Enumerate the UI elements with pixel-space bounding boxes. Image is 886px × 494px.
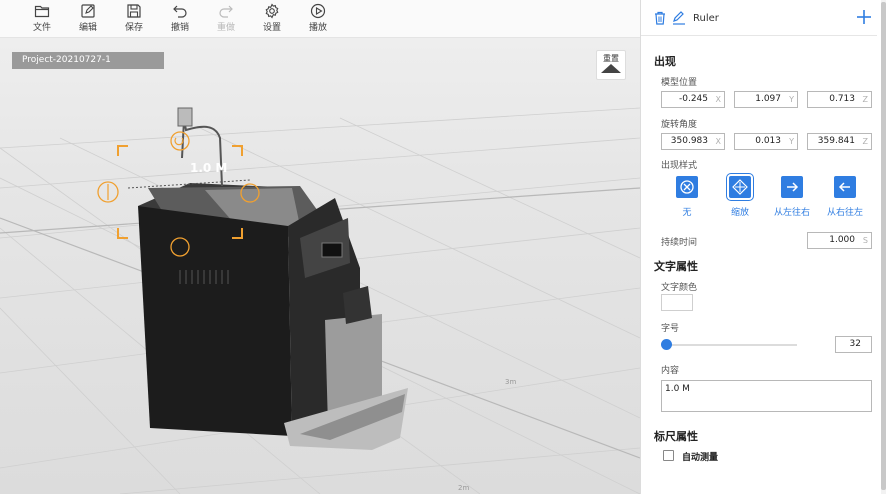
properties-panel: Ruler 出现 模型位置 -0.245 X 1.097 Y 0.713 Z 旋转角度… [640, 0, 886, 494]
duration-unit: S [862, 236, 868, 245]
style-rtl-label: 从右往左 [826, 208, 863, 218]
style-option-none[interactable]: 无 [662, 176, 712, 218]
text-color-label: 文字颜色 [661, 283, 698, 293]
play-icon [310, 3, 326, 19]
style-option-right-to-left[interactable]: 从右往左 [820, 176, 870, 218]
none-icon [680, 180, 694, 194]
position-label: 模型位置 [661, 78, 698, 88]
position-y-value: 1.097 [755, 94, 781, 104]
rename-icon[interactable] [672, 11, 686, 25]
style-scale-label: 缩放 [730, 208, 749, 218]
text-props-section-title: 文字属性 [654, 260, 698, 273]
rotation-x-value: 350.983 [670, 136, 708, 146]
edit-icon [81, 4, 95, 18]
content-label: 内容 [661, 366, 680, 376]
ruler-value-label: 1.0 M [190, 161, 227, 175]
reset-view-button[interactable]: 重置 [596, 50, 626, 80]
add-icon[interactable] [856, 9, 872, 25]
reset-label: 重置 [603, 54, 619, 63]
style-ltr-label: 从左往右 [773, 208, 810, 218]
axis-y-label: Y [789, 137, 794, 146]
undo-label: 撤销 [170, 23, 189, 33]
rotation-x-input[interactable]: 350.983 X [661, 133, 725, 150]
trash-icon[interactable] [654, 11, 666, 25]
appear-style-label: 出现样式 [661, 161, 698, 171]
rotate-handle-icon[interactable] [174, 137, 184, 146]
rotation-z-value: 359.841 [817, 136, 855, 146]
reset-view-icon [601, 64, 621, 73]
file-button[interactable]: 文件 [24, 2, 60, 36]
rotation-label: 旋转角度 [661, 120, 698, 130]
panel-header: Ruler [641, 0, 877, 36]
font-size-value: 32 [849, 339, 861, 349]
arrow-right-icon [787, 182, 799, 192]
panel-title: Ruler [693, 13, 719, 24]
folder-icon [34, 5, 50, 18]
duration-value: 1.000 [829, 235, 855, 245]
content-textarea[interactable]: 1.0 M [661, 380, 872, 412]
position-z-value: 0.713 [829, 94, 855, 104]
play-label: 播放 [308, 23, 327, 33]
edit-label: 编辑 [78, 23, 97, 33]
redo-label: 重做 [216, 23, 235, 33]
axis-z-label: Z [862, 95, 868, 104]
panel-scroll-thumb[interactable] [881, 2, 886, 490]
position-x-value: -0.245 [678, 94, 708, 104]
style-option-scale[interactable]: 缩放 [715, 173, 765, 218]
axis-x-label: X [715, 137, 721, 146]
settings-label: 设置 [262, 23, 281, 33]
rotation-y-value: 0.013 [755, 136, 781, 146]
style-option-left-to-right[interactable]: 从左往右 [767, 176, 817, 218]
save-label: 保存 [124, 23, 143, 33]
redo-icon [219, 5, 233, 18]
save-button[interactable]: 保存 [116, 2, 152, 36]
font-size-input[interactable]: 32 [835, 336, 872, 353]
font-size-slider[interactable] [665, 344, 797, 346]
undo-icon [173, 5, 187, 18]
play-button[interactable]: 播放 [300, 2, 336, 36]
floor-label-3m: 3m [505, 378, 516, 386]
top-toolbar: 文件 编辑 保存 撤销 重做 设置 播放 [0, 0, 640, 38]
appearance-section-title: 出现 [654, 55, 676, 68]
axis-z-label: Z [862, 137, 868, 146]
gear-icon [265, 3, 279, 19]
rotation-y-input[interactable]: 0.013 Y [734, 133, 798, 150]
ruler-props-section-title: 标尺属性 [654, 430, 698, 443]
rotation-z-input[interactable]: 359.841 Z [807, 133, 872, 150]
auto-measure-label: 自动测量 [682, 453, 719, 463]
position-x-input[interactable]: -0.245 X [661, 91, 725, 108]
project-name-tag: Project-20210727-1 [12, 52, 164, 69]
text-color-swatch[interactable] [661, 294, 693, 311]
duration-label: 持续时间 [661, 238, 698, 248]
position-y-input[interactable]: 1.097 Y [734, 91, 798, 108]
position-z-input[interactable]: 0.713 Z [807, 91, 872, 108]
redo-button[interactable]: 重做 [208, 2, 244, 36]
auto-measure-checkbox[interactable] [663, 450, 674, 461]
edit-button[interactable]: 编辑 [70, 2, 106, 36]
floor-label-2m: 2m [458, 484, 469, 492]
arrow-left-icon [838, 182, 850, 192]
file-label: 文件 [32, 23, 51, 33]
font-size-slider-knob[interactable] [661, 339, 672, 350]
save-icon [127, 4, 141, 18]
scene-canvas: 3m 2m 1.0 M [0, 107, 640, 494]
style-none-label: 无 [682, 208, 692, 218]
axis-y-label: Y [789, 95, 794, 104]
axis-x-label: X [715, 95, 721, 104]
font-size-label: 字号 [661, 324, 680, 334]
undo-button[interactable]: 撤销 [162, 2, 198, 36]
settings-button[interactable]: 设置 [254, 2, 290, 36]
duration-input[interactable]: 1.000 S [807, 232, 872, 249]
scale-icon [732, 179, 748, 195]
3d-viewport[interactable]: 3m 2m 1.0 M Project-20210727-1 重置 [0, 38, 640, 494]
